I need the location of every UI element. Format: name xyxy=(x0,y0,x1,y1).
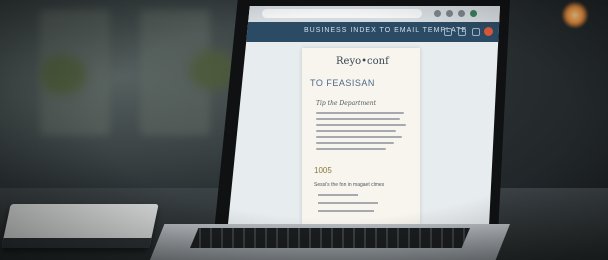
extension-icon[interactable] xyxy=(446,10,453,17)
laptop-screen: BUSINESS INDEX TO EMAIL TEMPLATE Reyo•co… xyxy=(228,6,500,224)
header-title: BUSINESS INDEX TO EMAIL TEMPLATE xyxy=(304,27,468,34)
laptop-keyboard xyxy=(190,228,470,248)
document-page: Reyo•conf TO FEASISAN Tip the Department… xyxy=(302,48,420,224)
body-text-line xyxy=(316,118,400,120)
closed-book xyxy=(1,204,159,248)
avatar[interactable] xyxy=(484,27,493,36)
body-text-line xyxy=(316,124,406,126)
list-item xyxy=(318,202,378,204)
menu-icon[interactable] xyxy=(458,10,465,17)
warm-lamp-light xyxy=(562,2,588,28)
background-plant xyxy=(190,50,236,90)
body-text-line xyxy=(316,130,396,132)
profile-icon[interactable] xyxy=(470,10,477,17)
app-header: BUSINESS INDEX TO EMAIL TEMPLATE xyxy=(228,22,500,42)
document-heading: TO FEASISAN xyxy=(310,78,375,88)
section-title: Sessi's the fon in magaet clmes xyxy=(314,182,385,188)
share-icon[interactable] xyxy=(444,28,452,36)
address-bar[interactable] xyxy=(262,9,422,18)
browser-toolbar xyxy=(228,6,500,22)
body-text-line xyxy=(316,136,402,138)
settings-icon[interactable] xyxy=(458,28,466,36)
photo-scene: BUSINESS INDEX TO EMAIL TEMPLATE Reyo•co… xyxy=(0,0,608,260)
body-text-line xyxy=(316,148,386,150)
document-subheading: Tip the Department xyxy=(316,100,376,107)
extension-icon[interactable] xyxy=(434,10,441,17)
bell-icon[interactable] xyxy=(472,28,480,36)
background-plant xyxy=(40,55,86,95)
document-brand: Reyo•conf xyxy=(336,56,389,67)
list-item xyxy=(318,194,358,196)
document-number: 1005 xyxy=(314,166,332,175)
body-text-line xyxy=(316,112,404,114)
list-item xyxy=(318,210,374,212)
body-text-line xyxy=(316,142,394,144)
